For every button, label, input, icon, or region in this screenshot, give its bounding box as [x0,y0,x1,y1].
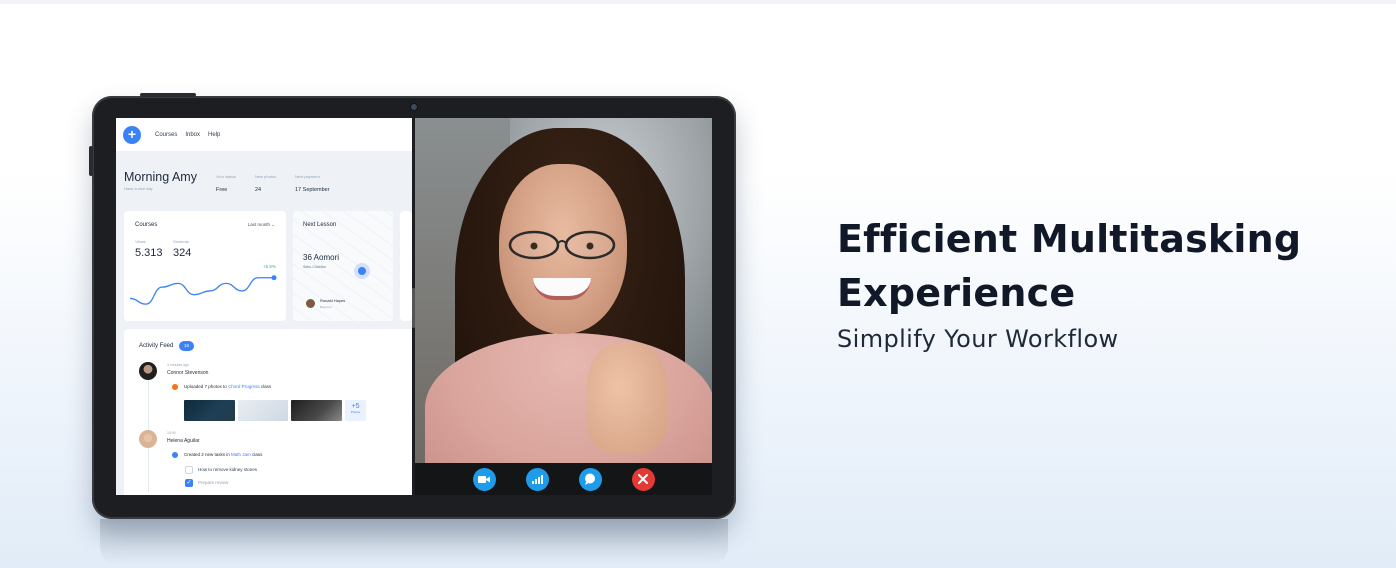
video-person-hands [587,343,667,453]
feed-action-text: Created 2 new tasks in [184,452,230,457]
more-photos-button[interactable]: +5 Photos [345,400,366,421]
stat-label: New photos [255,174,277,179]
feed-action-suffix: class [260,384,272,389]
feed-count-badge: 16 [179,341,194,351]
feed-class-link[interactable]: Math Jam [231,452,251,457]
add-button[interactable]: + [123,125,141,144]
hero-headline: Efficient Multitasking Experience [837,212,1357,320]
video-camera-icon [478,475,490,483]
feed-action: Uploaded 7 photos to Chord Progress clas… [184,384,271,389]
activity-feed-card: Activity Feed 16 3 minutes ago Connor St… [124,329,412,495]
greeting-row: Morning Amy Have a nice day Your status … [124,170,404,193]
signal-bars-icon [531,474,543,484]
map-pin-icon [358,267,366,275]
chat-bubble-icon [585,473,595,485]
lesson-title: Next Lesson [303,222,337,228]
avatar [306,299,315,308]
more-photos-label: Photos [350,410,361,414]
feed-action-suffix: class [252,452,263,457]
photo-thumbnail[interactable] [184,400,235,421]
task-label: Prepare review [198,480,229,485]
call-controls-bar [415,463,712,495]
feed-action: Created 2 new tasks in Math Jam class [184,452,262,457]
end-call-button[interactable] [631,467,655,491]
feed-time: 10:00 [167,431,176,435]
avatar [139,362,157,380]
video-call-feed [415,118,712,463]
lesson-address: Sebu-Chichibu [303,265,326,269]
growth-value: +5.5% [263,264,276,269]
stat-value: 17 September [295,187,330,193]
front-camera [411,104,417,110]
lesson-place: 36 Aomori [303,253,340,262]
headline-line-2: Experience [837,271,1076,315]
hero-subheadline: Simplify Your Workflow [837,325,1119,353]
more-photos-count: +5 [351,403,360,410]
feed-action-text: Uploaded 7 photos to [184,384,227,389]
signal-button[interactable] [525,467,549,491]
dashboard-app: + Courses Inbox Help Morning Amy Have a … [116,118,412,495]
teacher-role: Beginner [320,305,333,309]
stat-payment: Next payment 17 September [295,174,330,193]
feed-title: Activity Feed [139,343,174,349]
app-top-bar: + Courses Inbox Help [116,118,412,151]
avatar [139,430,157,448]
task-checkbox[interactable]: ✓ [185,479,193,487]
task-checkbox[interactable] [185,466,193,474]
tablet-screen: + Courses Inbox Help Morning Amy Have a … [116,118,712,495]
task-label: How to remove kidney stones [198,467,258,472]
stat-value: Free [216,187,228,193]
nav-help[interactable]: Help [208,132,220,138]
chart-point [271,275,277,281]
photo-thumbnail[interactable] [291,400,342,421]
courses-card[interactable]: Courses Last month ⌄ Views Students 5.31… [124,211,286,321]
upload-icon [172,384,178,390]
task-icon [172,452,178,458]
nav-courses[interactable]: Courses [155,132,177,138]
chat-button[interactable] [578,467,602,491]
stat-label: Your status [216,174,236,179]
stat-status: Your status Free [216,174,236,193]
feed-class-link[interactable]: Chord Progress [228,384,260,389]
feed-time: 3 minutes ago [167,363,189,367]
partial-card [400,211,412,321]
nav-inbox[interactable]: Inbox [185,132,200,138]
next-lesson-card[interactable]: Next Lesson 36 Aomori Sebu-Chichibu Rona… [293,211,393,321]
stat-label: Next payment [295,174,320,179]
feed-user-name[interactable]: Helena Aguilar [167,438,200,444]
course-line-chart [129,275,277,305]
tablet-reflection [100,519,728,565]
chart-line [129,277,274,305]
video-camera-button[interactable] [472,467,496,491]
top-border [0,0,1396,4]
tablet-side-button [89,146,93,176]
stat-photos: New photos 24 [255,174,276,193]
tablet-top-button [140,93,196,97]
feed-user-name[interactable]: Connor Stevenson [167,370,208,376]
glasses-shape [508,230,616,260]
photo-thumbnail[interactable] [238,400,288,421]
teacher-name: Ronald Hayes [320,298,346,303]
stat-value: 24 [255,187,262,193]
headline-line-1: Efficient Multitasking [837,217,1302,261]
close-icon [638,474,648,484]
